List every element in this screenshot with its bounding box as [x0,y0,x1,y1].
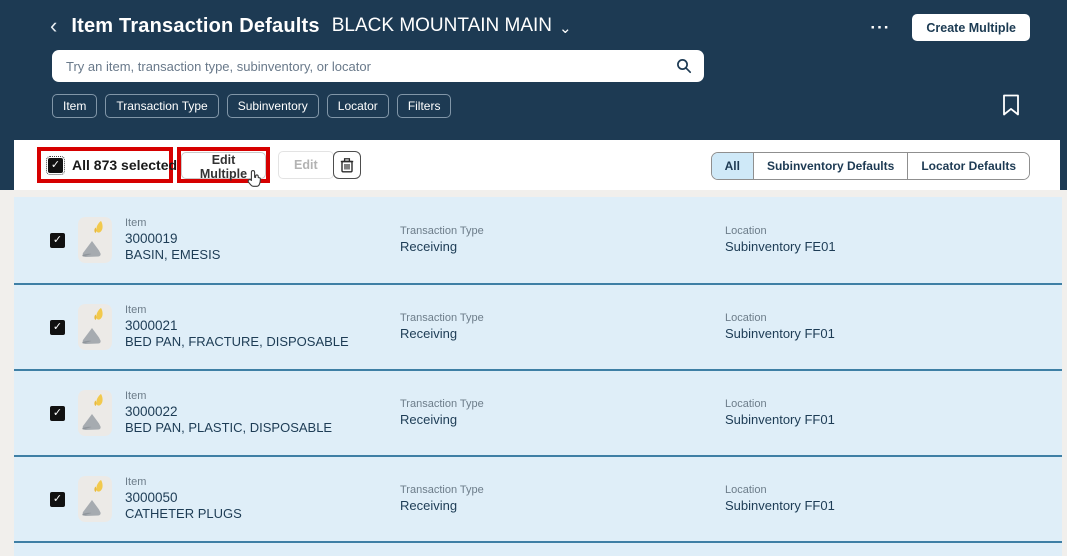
tab-subinventory-defaults[interactable]: Subinventory Defaults [753,153,907,179]
tab-all[interactable]: All [712,153,753,179]
location-cell: Location Subinventory FF01 [725,484,835,514]
item-cell: Item 3000021 BED PAN, FRACTURE, DISPOSAB… [125,304,349,350]
row-checkbox[interactable]: ✓ [50,320,65,335]
selection-count-label: All 873 selected [72,157,177,173]
location-label: Location [725,398,835,410]
chip-transaction-type[interactable]: Transaction Type [105,94,218,118]
item-label: Item [125,304,349,316]
table-row[interactable]: ✓ Item 3000022 BED PAN, PLASTIC, DISPOSA… [14,369,1062,455]
annotation-highlight-select-all: ✓ All 873 selected [37,147,173,183]
search-bar [52,50,704,82]
table-row[interactable]: ✓ Item 3000021 BED PAN, FRACTURE, DISPOS… [14,283,1062,369]
chip-subinventory[interactable]: Subinventory [227,94,319,118]
delete-button[interactable] [333,151,361,179]
item-number: 3000050 [125,490,242,506]
table-row[interactable]: ✓ Item 3000019 BASIN, EMESIS Transaction… [14,197,1062,283]
item-number: 3000022 [125,404,332,420]
transaction-type-label: Transaction Type [400,312,484,324]
row-checkbox[interactable]: ✓ [50,492,65,507]
header-actions: ··· Create Multiple [870,14,1030,41]
item-label: Item [125,476,242,488]
chip-item[interactable]: Item [52,94,97,118]
filter-chips: Item Transaction Type Subinventory Locat… [52,94,451,118]
item-image-placeholder [78,390,112,436]
results-list: ✓ Item 3000019 BASIN, EMESIS Transaction… [14,197,1062,556]
row-checkbox[interactable]: ✓ [50,233,65,248]
transaction-type-cell: Transaction Type Receiving [400,398,484,428]
search-icon[interactable] [676,58,692,74]
select-all-checkbox[interactable]: ✓ [48,158,63,173]
item-cell: Item 3000022 BED PAN, PLASTIC, DISPOSABL… [125,390,332,436]
transaction-type-label: Transaction Type [400,398,484,410]
page-title: Item Transaction Defaults [71,15,319,38]
item-number: 3000019 [125,231,220,247]
tab-locator-defaults[interactable]: Locator Defaults [907,153,1029,179]
transaction-type-label: Transaction Type [400,225,484,237]
selection-toolbar: ✓ All 873 selected Edit Multiple Edit Al… [14,140,1060,190]
location-value: Subinventory FF01 [725,326,835,342]
table-row-partial[interactable] [14,541,1062,556]
view-tabs: All Subinventory Defaults Locator Defaul… [711,152,1030,180]
edit-button[interactable]: Edit [278,151,334,179]
trash-icon [340,158,354,173]
location-label: Location [725,225,836,237]
edit-multiple-button[interactable]: Edit Multiple [181,152,266,179]
row-checkbox[interactable]: ✓ [50,406,65,421]
item-image-placeholder [78,304,112,350]
title-row: ‹ Item Transaction Defaults BLACK MOUNTA… [48,13,572,39]
annotation-highlight-edit-multiple: Edit Multiple [177,147,270,183]
transaction-type-value: Receiving [400,498,484,514]
item-description: BED PAN, FRACTURE, DISPOSABLE [125,334,349,350]
org-selector[interactable]: BLACK MOUNTAIN MAIN ⌄ [332,15,572,37]
item-description: CATHETER PLUGS [125,506,242,522]
location-value: Subinventory FE01 [725,239,836,255]
transaction-type-cell: Transaction Type Receiving [400,225,484,255]
location-label: Location [725,312,835,324]
item-image-placeholder [78,217,112,263]
chip-filters[interactable]: Filters [397,94,452,118]
transaction-type-value: Receiving [400,239,484,255]
item-number: 3000021 [125,318,349,334]
location-cell: Location Subinventory FF01 [725,398,835,428]
transaction-type-cell: Transaction Type Receiving [400,312,484,342]
transaction-type-value: Receiving [400,412,484,428]
chevron-down-icon: ⌄ [559,19,572,37]
bookmark-icon[interactable] [1002,94,1020,116]
chip-locator[interactable]: Locator [327,94,389,118]
location-cell: Location Subinventory FE01 [725,225,836,255]
location-label: Location [725,484,835,496]
search-input[interactable] [66,59,676,74]
table-row[interactable]: ✓ Item 3000050 CATHETER PLUGS Transactio… [14,455,1062,541]
item-description: BASIN, EMESIS [125,247,220,263]
location-value: Subinventory FF01 [725,412,835,428]
transaction-type-cell: Transaction Type Receiving [400,484,484,514]
transaction-type-value: Receiving [400,326,484,342]
back-icon[interactable]: ‹ [48,13,59,39]
item-cell: Item 3000019 BASIN, EMESIS [125,217,220,263]
item-image-placeholder [78,476,112,522]
item-label: Item [125,390,332,402]
more-actions-icon[interactable]: ··· [870,18,890,38]
transaction-type-label: Transaction Type [400,484,484,496]
org-name: BLACK MOUNTAIN MAIN [332,15,552,37]
item-description: BED PAN, PLASTIC, DISPOSABLE [125,420,332,436]
item-cell: Item 3000050 CATHETER PLUGS [125,476,242,522]
item-label: Item [125,217,220,229]
location-cell: Location Subinventory FF01 [725,312,835,342]
create-multiple-button[interactable]: Create Multiple [912,14,1030,41]
location-value: Subinventory FF01 [725,498,835,514]
